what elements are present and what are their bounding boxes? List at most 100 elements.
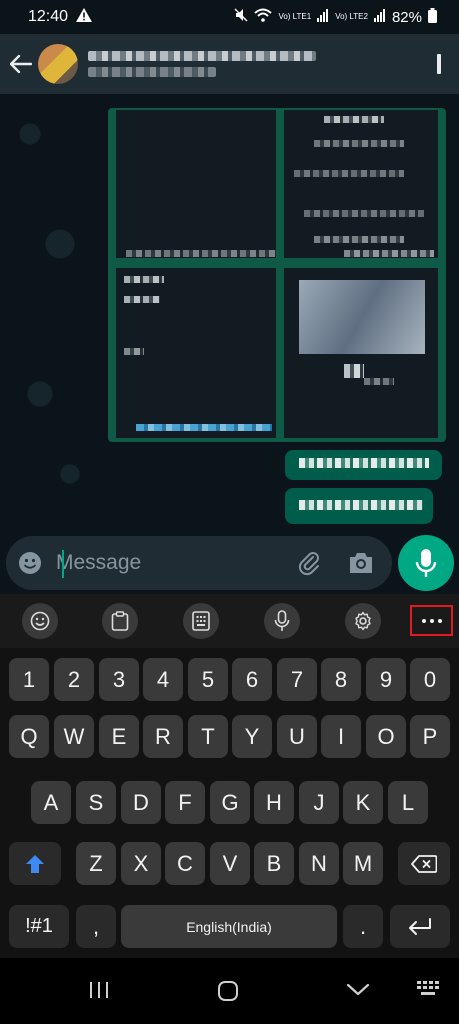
key-j[interactable]: J	[299, 781, 339, 824]
message-box[interactable]	[6, 536, 392, 590]
media-grid-message[interactable]	[108, 108, 446, 442]
navigation-bar	[0, 958, 459, 1024]
shift-key[interactable]	[9, 842, 61, 885]
settings-button[interactable]	[345, 603, 381, 639]
recent-apps-icon[interactable]	[88, 980, 110, 1000]
battery-icon	[428, 7, 437, 27]
camera-icon[interactable]	[348, 551, 374, 575]
wifi-icon	[254, 8, 273, 26]
key-3[interactable]: 3	[99, 658, 139, 701]
volte2-label: Vo) LTE2	[335, 12, 368, 21]
key-b[interactable]: B	[254, 842, 294, 885]
signal-icon	[373, 8, 386, 26]
key-z[interactable]: Z	[76, 842, 116, 885]
home-icon[interactable]	[217, 980, 239, 1002]
key-9[interactable]: 9	[366, 658, 406, 701]
overflow-menu-icon[interactable]	[437, 54, 441, 74]
key-1[interactable]: 1	[9, 658, 49, 701]
message-input-row	[0, 534, 459, 594]
ellipsis-icon	[421, 618, 426, 623]
back-chevron-icon[interactable]	[346, 980, 370, 1000]
media-thumbnail	[299, 280, 425, 354]
key-u[interactable]: U	[277, 715, 317, 758]
contact-status-redacted	[88, 67, 216, 77]
backspace-key[interactable]	[398, 842, 450, 885]
contact-name-redacted	[88, 51, 316, 61]
media-tile[interactable]	[116, 268, 276, 438]
key-p[interactable]: P	[410, 715, 450, 758]
microphone-icon	[415, 549, 437, 577]
symbols-key[interactable]: !#1	[9, 905, 69, 948]
avatar[interactable]	[38, 44, 78, 84]
chat-header	[0, 34, 459, 94]
mute-icon	[234, 8, 248, 26]
keyboard-mode-button[interactable]	[183, 603, 219, 639]
key-h[interactable]: H	[254, 781, 294, 824]
signal-icon	[317, 8, 329, 26]
key-6[interactable]: 6	[232, 658, 272, 701]
more-options-button[interactable]	[410, 605, 453, 636]
keyboard: 1 2 3 4 5 6 7 8 9 0 Q W E R T Y U I O P …	[0, 648, 459, 958]
key-7[interactable]: 7	[277, 658, 317, 701]
enter-key[interactable]	[390, 905, 450, 948]
chat-area	[0, 94, 459, 534]
media-tile[interactable]	[284, 268, 438, 438]
key-v[interactable]: V	[210, 842, 250, 885]
key-e[interactable]: E	[99, 715, 139, 758]
mic-button[interactable]	[398, 535, 454, 591]
enter-icon	[409, 917, 431, 935]
key-c[interactable]: C	[165, 842, 205, 885]
key-5[interactable]: 5	[188, 658, 228, 701]
microphone-icon	[274, 610, 290, 631]
key-q[interactable]: Q	[9, 715, 49, 758]
clipboard-icon	[111, 611, 129, 631]
emoji-icon[interactable]	[18, 551, 42, 575]
back-arrow-icon[interactable]	[2, 34, 40, 94]
key-w[interactable]: W	[54, 715, 94, 758]
text-caret	[62, 550, 64, 578]
keypad-icon	[192, 611, 210, 631]
key-n[interactable]: N	[299, 842, 339, 885]
key-f[interactable]: F	[165, 781, 205, 824]
contact-info[interactable]	[88, 51, 316, 77]
key-y[interactable]: Y	[232, 715, 272, 758]
battery-percent: 82%	[391, 8, 422, 26]
paperclip-icon[interactable]	[296, 550, 322, 576]
keyboard-toolbar	[0, 594, 459, 648]
key-t[interactable]: T	[188, 715, 228, 758]
key-r[interactable]: R	[143, 715, 183, 758]
shift-arrow-icon	[26, 854, 44, 873]
keyboard-icon[interactable]	[416, 980, 440, 998]
clipboard-button[interactable]	[102, 603, 138, 639]
key-4[interactable]: 4	[143, 658, 183, 701]
smiley-icon	[30, 611, 50, 631]
status-bar: 12:40 Vo) LTE1 Vo) LTE2 82%	[0, 0, 459, 34]
outgoing-message-bubble[interactable]	[285, 488, 433, 524]
space-bar[interactable]: English(India)	[121, 905, 337, 948]
status-time: 12:40	[28, 8, 69, 25]
key-k[interactable]: K	[343, 781, 383, 824]
key-2[interactable]: 2	[54, 658, 94, 701]
key-0[interactable]: 0	[410, 658, 450, 701]
gear-icon	[355, 611, 371, 631]
comma-key[interactable]: ,	[76, 905, 116, 948]
key-s[interactable]: S	[76, 781, 116, 824]
key-l[interactable]: L	[388, 781, 428, 824]
key-a[interactable]: A	[31, 781, 71, 824]
key-o[interactable]: O	[366, 715, 406, 758]
key-g[interactable]: G	[210, 781, 250, 824]
outgoing-message-bubble[interactable]	[285, 450, 442, 480]
media-tile[interactable]	[116, 110, 276, 258]
key-d[interactable]: D	[121, 781, 161, 824]
voice-input-button[interactable]	[264, 603, 300, 639]
emoji-keyboard-button[interactable]	[22, 603, 58, 639]
key-8[interactable]: 8	[321, 658, 361, 701]
backspace-icon	[411, 854, 437, 873]
key-m[interactable]: M	[343, 842, 383, 885]
volte1-label: Vo) LTE1	[278, 12, 312, 21]
message-input[interactable]	[56, 548, 276, 578]
period-key[interactable]: .	[343, 905, 383, 948]
key-x[interactable]: X	[121, 842, 161, 885]
key-i[interactable]: I	[321, 715, 361, 758]
media-tile[interactable]	[284, 110, 438, 258]
